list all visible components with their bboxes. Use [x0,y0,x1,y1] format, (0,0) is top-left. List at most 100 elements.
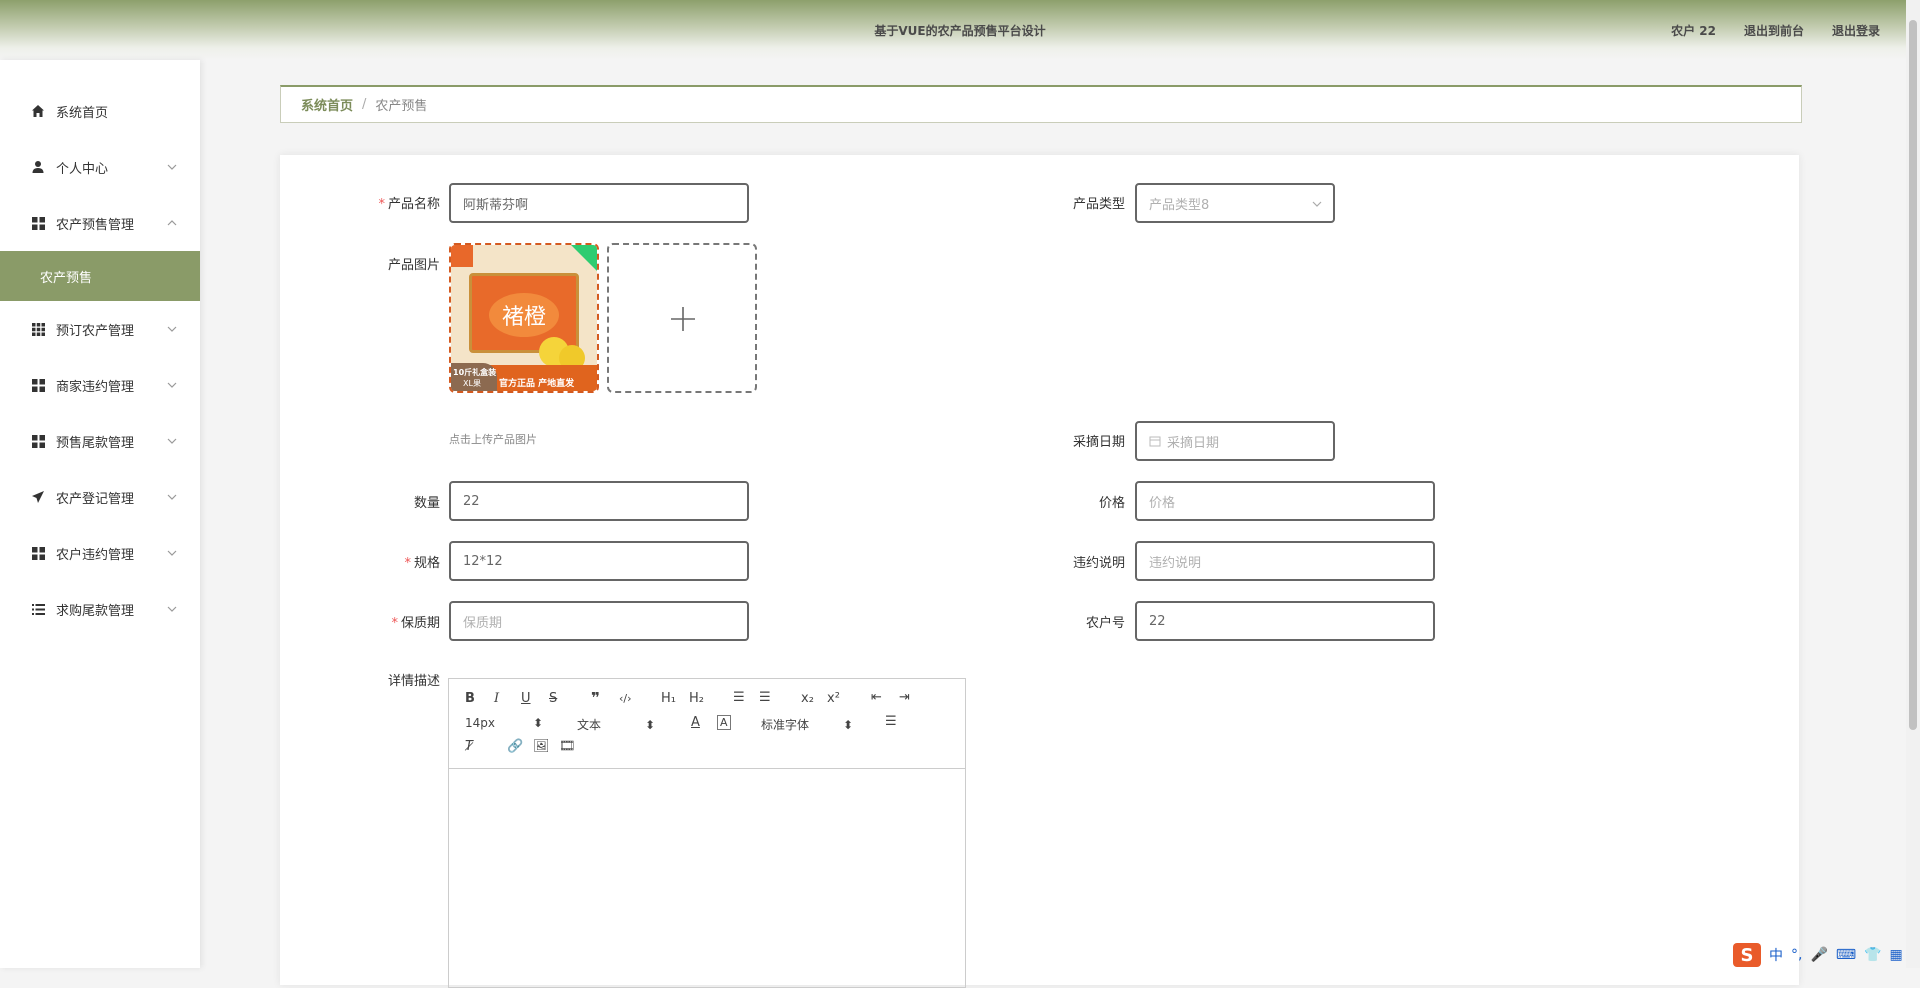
shelf-life-input[interactable]: 保质期 [449,601,749,641]
clear-format-icon[interactable]: T̷ [465,739,473,754]
sidebar-item-label: 农产登记管理 [56,491,135,507]
spec-label: * 规格 [404,556,440,571]
outdent-icon[interactable]: ⇤ [871,690,882,705]
ime-lang-toggle[interactable]: 中 [1769,945,1783,965]
blockquote-button[interactable]: ❞ [591,689,600,707]
user-icon [30,159,46,175]
ime-mic-icon[interactable]: 🎤 [1810,947,1827,963]
product-type-select[interactable]: 产品类型8 [1135,183,1335,223]
h1-button[interactable]: H₁ [661,691,676,706]
h2-button[interactable]: H₂ [689,691,704,706]
product-image-thumbnail: 褚橙 10斤礼盒装 XL果 官方正品 产地直发 [451,245,597,391]
underline-button[interactable]: U [521,691,531,706]
rich-text-editor: B I U S ❞ ‹/› H₁ H₂ ☰ ☰ x₂ x² ⇤ ⇥ 14px ⬍ … [448,678,966,988]
strike-button[interactable]: S [549,691,557,706]
sidebar-item-label: 农产预售管理 [56,217,135,233]
plus-icon [671,307,695,331]
farmer-no-label: 农户号 [1085,616,1125,631]
align-icon[interactable]: ☰ [885,714,897,729]
logout-link[interactable]: 退出登录 [1832,22,1880,39]
farmer-no-input[interactable]: 22 [1135,601,1435,641]
top-header: 基于VUE的农产品预售平台设计 农户 22 退出到前台 退出登录 [0,0,1920,60]
home-icon [30,103,46,119]
price-input[interactable]: 价格 [1135,481,1435,521]
grid-icon [30,433,46,449]
sogou-logo-icon[interactable]: S [1733,943,1761,967]
header-select[interactable]: 文本 ⬍ [577,716,655,733]
pick-date-input[interactable]: 采摘日期 [1135,421,1335,461]
grid-icon [30,215,46,231]
font-family-select[interactable]: 标准字体 ⬍ [761,716,853,733]
quantity-input[interactable]: 22 [449,481,749,521]
font-color-icon[interactable]: A [691,715,700,730]
code-button[interactable]: ‹/› [619,692,632,705]
quantity-label: 数量 [413,496,440,511]
calendar-icon [1149,436,1161,447]
breadcrumb-home[interactable]: 系统首页 [301,95,353,114]
price-label: 价格 [1098,496,1125,511]
sidebar-item-label: 个人中心 [56,161,109,177]
ime-grid-icon[interactable]: ▦ [1890,947,1903,963]
upload-hint: 点击上传产品图片 [449,433,537,446]
ordered-list-icon[interactable]: ☰ [733,690,745,705]
sidebar: 系统首页 个人中心 农产预售管理 农产预售 预订农产管理 商家违约管理 预售尾款… [0,60,200,968]
add-image-button[interactable] [607,243,757,393]
sidebar-item-presale-balance[interactable]: 预售尾款管理 [0,413,200,469]
back-to-front-link[interactable]: 退出到前台 [1744,22,1804,39]
chevron-down-icon [167,382,177,388]
breadcrumb: 系统首页 / 农产预售 [280,85,1802,123]
app-title: 基于VUE的农产品预售平台设计 [874,24,1046,38]
product-name-label: * 产品名称 [378,197,440,212]
bg-color-icon[interactable]: A [717,715,731,730]
sidebar-item-label: 预订农产管理 [56,323,135,339]
italic-button[interactable]: I [494,691,499,706]
breach-note-label: 违约说明 [1072,556,1125,571]
product-type-value: 产品类型8 [1149,197,1210,213]
spec-input[interactable]: 12*12 [449,541,749,581]
shelf-life-label: * 保质期 [391,616,440,631]
image-caption-size: XL果 [463,379,481,388]
sidebar-item-home[interactable]: 系统首页 [0,83,200,139]
breadcrumb-separator: / [362,97,367,112]
sidebar-item-booking[interactable]: 预订农产管理 [0,301,200,357]
page-scrollbar[interactable] [1906,0,1920,968]
sidebar-item-label: 预售尾款管理 [56,435,135,451]
video-icon[interactable]: 🎞 [559,739,576,754]
superscript-button[interactable]: x² [827,691,840,706]
sidebar-item-label: 农户违约管理 [56,547,135,563]
sidebar-item-label: 求购尾款管理 [56,603,135,619]
uploaded-product-image[interactable]: 褚橙 10斤礼盒装 XL果 官方正品 产地直发 [449,243,599,393]
indent-icon[interactable]: ⇥ [899,690,910,705]
sidebar-item-label: 系统首页 [56,105,109,121]
image-icon[interactable]: 🖼 [533,739,550,754]
scrollbar-thumb[interactable] [1909,20,1917,730]
form-card: * 产品名称 阿斯蒂芬啊 产品类型 产品类型8 产品图片 褚橙 10斤礼盒装 XL… [280,155,1799,988]
sidebar-item-label: 商家违约管理 [56,379,135,395]
bold-button[interactable]: B [465,691,475,706]
chevron-down-icon [167,438,177,444]
sidebar-item-registration[interactable]: 农产登记管理 [0,469,200,525]
sidebar-item-farmer-breach[interactable]: 农户违约管理 [0,525,200,581]
ime-skin-icon[interactable]: 👕 [1864,947,1881,963]
link-icon[interactable]: 🔗 [507,739,523,754]
image-caption-box: 10斤礼盒装 [453,368,497,377]
ime-punct-icon[interactable]: °, [1791,947,1802,963]
chevron-down-icon [167,494,177,500]
editor-content[interactable] [449,769,965,988]
chevron-down-icon [167,606,177,612]
ime-keyboard-icon[interactable]: ⌨ [1836,947,1856,963]
sidebar-subitem-presale[interactable]: 农产预售 [0,251,200,301]
bullet-list-icon[interactable]: ☰ [759,690,771,705]
grid-icon [30,545,46,561]
breach-note-input[interactable]: 违约说明 [1135,541,1435,581]
chevron-up-icon [167,220,177,226]
font-size-select[interactable]: 14px ⬍ [465,716,543,730]
sidebar-item-purchase-balance[interactable]: 求购尾款管理 [0,581,200,637]
sidebar-item-merchant-breach[interactable]: 商家违约管理 [0,357,200,413]
subscript-button[interactable]: x₂ [801,691,814,706]
product-name-input[interactable]: 阿斯蒂芬啊 [449,183,749,223]
sidebar-item-presale[interactable]: 农产预售管理 [0,195,200,251]
chevron-down-icon [167,550,177,556]
ime-toolbar: S 中 °, 🎤 ⌨ 👕 ▦ [1733,942,1920,968]
sidebar-item-personal[interactable]: 个人中心 [0,139,200,195]
